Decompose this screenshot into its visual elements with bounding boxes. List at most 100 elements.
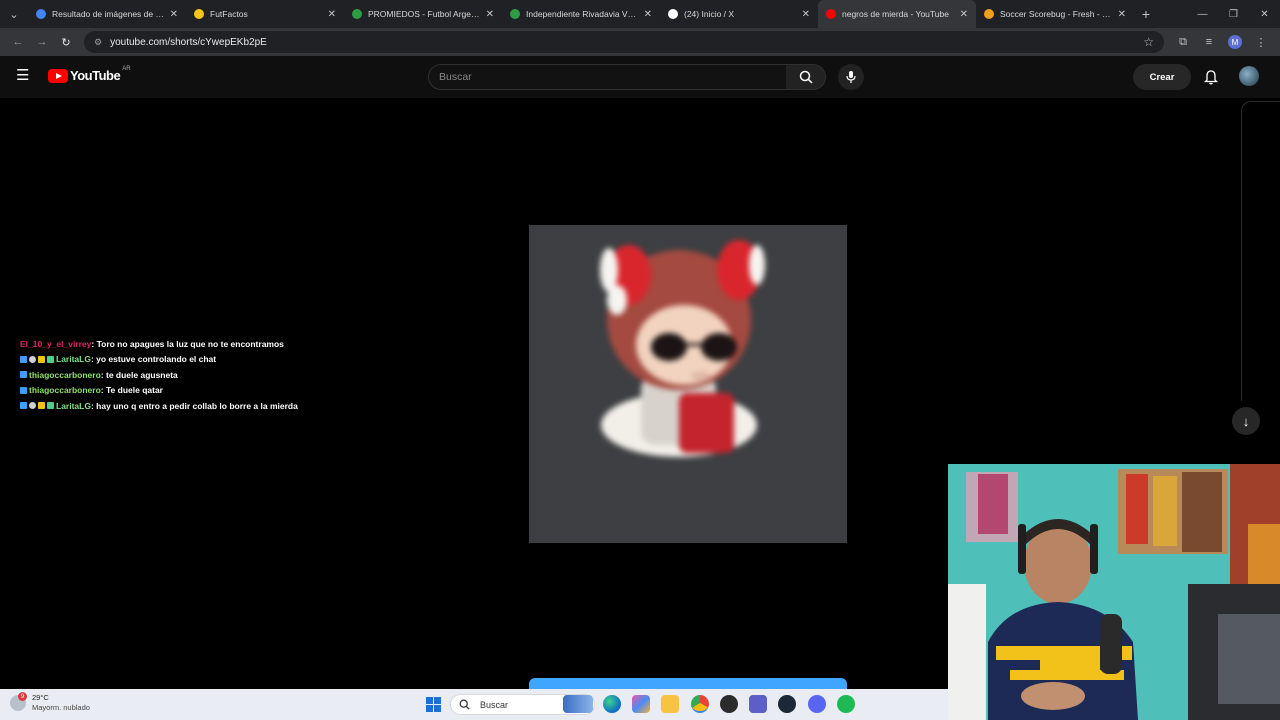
tab-favicon-icon: [826, 9, 836, 19]
cloud-icon: 9: [10, 692, 27, 711]
tab-close-icon[interactable]: ✕: [170, 9, 178, 20]
windows-start-icon[interactable]: [426, 697, 441, 712]
window-controls: — ❐ ✕: [1187, 0, 1280, 28]
edge-icon[interactable]: [603, 695, 621, 713]
webcam-image: [948, 464, 1280, 720]
weather-condition: Mayorm. nublado: [32, 703, 90, 712]
chat-text: : hay uno q entro a pedir collab lo borr…: [90, 400, 298, 411]
chat-badge-icon: [20, 371, 27, 379]
tab-title: Resultado de imágenes de Goo: [52, 9, 166, 19]
site-info-icon[interactable]: ⚙: [94, 37, 102, 48]
profile-avatar[interactable]: M: [1228, 35, 1242, 49]
browser-tab-strip: ⌄ Resultado de imágenes de Goo ✕ FutFactos…: [0, 0, 1280, 28]
tab-close-icon[interactable]: ✕: [960, 9, 968, 20]
tab-title: negros de mierda - YouTube: [842, 9, 949, 19]
browser-tab[interactable]: Soccer Scorebug - Fresh - over ✕: [976, 0, 1134, 28]
voice-search-button[interactable]: [838, 64, 864, 90]
tab-close-icon[interactable]: ✕: [644, 9, 652, 20]
new-tab-button[interactable]: +: [1134, 6, 1158, 22]
chat-username: thiagoccarbonero: [29, 369, 101, 380]
browser-tab[interactable]: Resultado de imágenes de Goo ✕: [28, 0, 186, 28]
tab-close-icon[interactable]: ✕: [802, 9, 810, 20]
chat-badge-icon: [20, 386, 27, 394]
chat-message: LaritaLG: hay uno q entro a pedir collab…: [20, 398, 440, 414]
chat-text: : te duele agusneta: [100, 369, 178, 380]
obs-icon[interactable]: [720, 695, 738, 713]
copilot-icon[interactable]: [632, 695, 650, 713]
youtube-logo[interactable]: YouTube AR: [48, 65, 131, 83]
discord-icon[interactable]: [808, 695, 826, 713]
webcam-overlay: [948, 464, 1280, 720]
chat-username: thiagoccarbonero: [29, 385, 101, 396]
chat-badge-icon: [47, 402, 54, 410]
search-input[interactable]: Buscar: [428, 64, 788, 90]
video-frame: [529, 225, 847, 543]
chat-username: LaritaLG: [56, 354, 91, 365]
reload-icon[interactable]: ↻: [54, 30, 78, 54]
tab-search-icon[interactable]: ⌄: [0, 0, 28, 28]
browser-toolbar: ← → ↻ ⚙ youtube.com/shorts/cYwepEKb2pE ☆…: [0, 28, 1280, 56]
weather-widget[interactable]: 9 29°C Mayorm. nublado: [10, 692, 90, 713]
spotify-icon[interactable]: [837, 695, 855, 713]
hamburger-icon[interactable]: ☰: [16, 68, 32, 84]
shorts-side-panel: [1241, 101, 1280, 401]
close-window-icon[interactable]: ✕: [1249, 0, 1280, 28]
chat-badge-icon: [29, 355, 36, 363]
tab-title: Soccer Scorebug - Fresh - over: [1000, 9, 1114, 19]
tab-title: (24) Inicio / X: [684, 9, 735, 19]
shorts-video-player[interactable]: [529, 101, 847, 666]
chrome-icon[interactable]: [691, 695, 709, 713]
tab-favicon-icon: [36, 9, 46, 19]
file-explorer-icon[interactable]: [661, 695, 679, 713]
browser-tab[interactable]: (24) Inicio / X ✕: [660, 0, 818, 28]
country-code: AR: [122, 65, 131, 72]
teams-icon[interactable]: [749, 695, 767, 713]
restore-icon[interactable]: ❐: [1218, 0, 1249, 28]
steam-icon[interactable]: [778, 695, 796, 713]
star-icon[interactable]: ☆: [1143, 35, 1154, 49]
menu-dots-icon[interactable]: ⋮: [1248, 36, 1274, 49]
account-avatar[interactable]: [1239, 66, 1259, 86]
bell-icon[interactable]: [1202, 68, 1220, 86]
tab-favicon-icon: [194, 9, 204, 19]
minimize-icon[interactable]: —: [1187, 0, 1218, 28]
create-button[interactable]: Crear: [1133, 64, 1191, 90]
tab-favicon-icon: [510, 9, 520, 19]
tab-close-icon[interactable]: ✕: [328, 9, 336, 20]
mic-icon: [846, 71, 856, 83]
weather-alert-badge: 9: [18, 692, 27, 701]
youtube-masthead: ☰ YouTube AR Buscar Crear: [0, 56, 1280, 98]
back-icon[interactable]: ←: [6, 30, 30, 54]
media-icon[interactable]: ≡: [1196, 36, 1222, 48]
chat-badge-icon: [47, 355, 54, 363]
chat-badge-icon: [29, 402, 36, 410]
youtube-logo-text: YouTube: [70, 68, 121, 83]
task-view-app-icon[interactable]: [563, 695, 593, 713]
browser-tab[interactable]: negros de mierda - YouTube ✕: [818, 0, 976, 28]
search-icon: [459, 699, 470, 710]
browser-tab[interactable]: PROMIEDOS - Futbol Argentino ✕: [344, 0, 502, 28]
chat-badge-icon: [38, 355, 45, 363]
extensions-icon[interactable]: ⧉: [1170, 36, 1196, 49]
taskbar-search-placeholder: Buscar: [480, 699, 509, 710]
forward-icon[interactable]: →: [30, 30, 54, 54]
tab-title: FutFactos: [210, 9, 248, 19]
search-placeholder: Buscar: [439, 71, 472, 83]
youtube-play-icon: [48, 68, 68, 83]
stream-chat-overlay: El_10_y_el_virrey: Toro no apagues la lu…: [20, 336, 440, 414]
browser-tab[interactable]: Independiente Rivadavia Vs Riv ✕: [502, 0, 660, 28]
browser-tab[interactable]: FutFactos ✕: [186, 0, 344, 28]
video-thumbnail-image: [529, 225, 847, 543]
chat-badge-icon: [20, 402, 27, 410]
arrow-down-icon[interactable]: ↓: [1232, 407, 1260, 435]
search-icon: [799, 70, 813, 84]
url-text: youtube.com/shorts/cYwepEKb2pE: [110, 36, 267, 48]
tab-close-icon[interactable]: ✕: [1118, 9, 1126, 20]
tab-close-icon[interactable]: ✕: [486, 9, 494, 20]
address-bar[interactable]: ⚙ youtube.com/shorts/cYwepEKb2pE ☆: [84, 31, 1164, 53]
chat-message: El_10_y_el_virrey: Toro no apagues la lu…: [20, 336, 440, 352]
weather-temperature: 29°C: [32, 693, 49, 702]
chat-badge-icon: [38, 402, 45, 410]
chat-badge-icon: [20, 355, 27, 363]
search-button[interactable]: [786, 64, 826, 90]
